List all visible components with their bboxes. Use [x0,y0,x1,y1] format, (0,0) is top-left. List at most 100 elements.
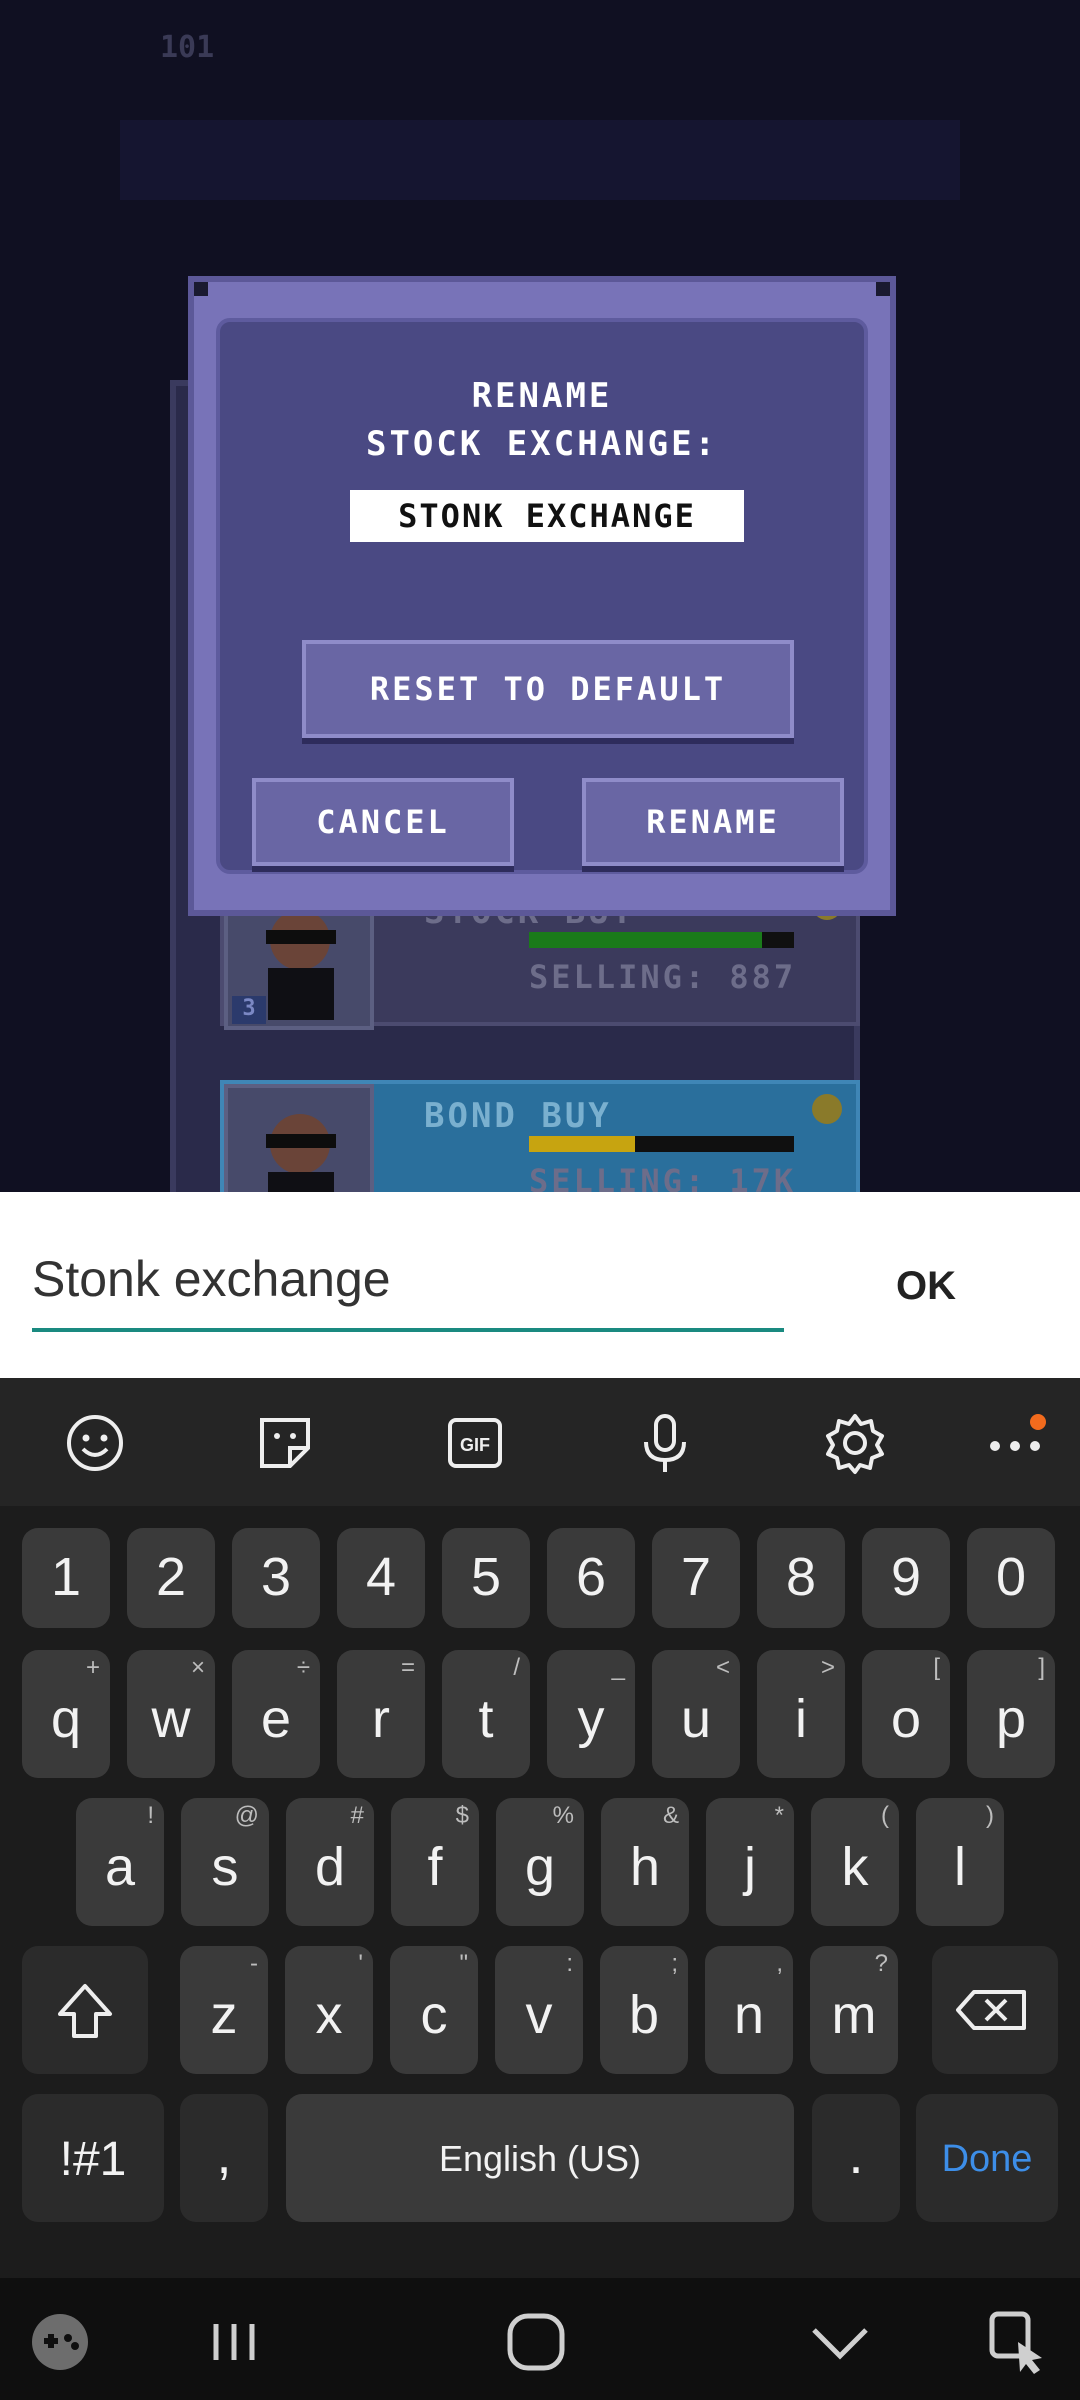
key-m[interactable]: m? [810,1946,898,2074]
key-q[interactable]: q + [22,1650,110,1778]
key-u-alt-label: < [715,1654,730,1681]
key-r[interactable]: r = [337,1650,425,1778]
key-d[interactable]: d # [286,1798,374,1926]
hud-counter: 101 [160,30,215,65]
key-0[interactable]: 0 [967,1528,1055,1628]
key-k[interactable]: k( [811,1798,899,1926]
key-p[interactable]: p] [967,1650,1055,1778]
key-z[interactable]: z- [180,1946,268,2074]
name-input[interactable]: Stonk exchange [32,1250,784,1308]
key-e-label: e [260,1689,292,1749]
key-t-alt-label: / [513,1654,520,1681]
key-e[interactable]: e ÷ [232,1650,320,1778]
comma-key[interactable]: , [180,2094,268,2222]
selling-status: SELLING: 17K [529,1162,797,1192]
key-u[interactable]: u < [652,1650,740,1778]
key-n[interactable]: n, [705,1946,793,2074]
shift-icon [58,1984,112,2038]
key-v-alt-label: : [566,1950,573,1977]
settings-icon[interactable] [820,1408,890,1478]
key-n-alt-label: , [776,1950,783,1977]
key-y[interactable]: y _ [547,1650,635,1778]
key-8[interactable]: 8 [757,1528,845,1628]
key-5-label: 5 [470,1547,502,1607]
key-9[interactable]: 9 [862,1528,950,1628]
key-f-alt-label: $ [455,1802,469,1829]
key-3[interactable]: 3 [232,1528,320,1628]
emoji-icon[interactable] [60,1408,130,1478]
key-o[interactable]: o[ [862,1650,950,1778]
svg-text:GIF: GIF [460,1435,490,1455]
sticker-icon[interactable] [250,1408,320,1478]
key-v-label: v [525,1985,553,2045]
hide-keyboard-icon[interactable] [800,2302,880,2382]
home-icon[interactable] [496,2302,576,2382]
key-5[interactable]: 5 [442,1528,530,1628]
key-p-alt-label: ] [1038,1654,1045,1681]
keyboard-switch-icon[interactable] [976,2302,1056,2382]
top-hud [120,120,960,200]
manager-avatar [224,1084,374,1192]
key-c[interactable]: c " [390,1946,478,2074]
key-7-label: 7 [680,1547,712,1607]
key-i[interactable]: i > [757,1650,845,1778]
key-1[interactable]: 1 [22,1528,110,1628]
key-k-alt-label: ( [881,1802,889,1829]
game-controller-icon[interactable] [20,2302,100,2382]
key-y-alt-label: _ [611,1654,625,1681]
selling-status: SELLING: 887 [529,958,797,996]
dialog-title: RENAME STOCK EXCHANGE: [220,372,864,468]
done-key[interactable]: Done [916,2094,1058,2222]
key-f-label: f [427,1837,443,1897]
key-n-label: n [733,1985,765,2045]
period-key-label: . [848,2125,864,2185]
key-w[interactable]: w × [127,1650,215,1778]
cancel-button[interactable]: CANCEL [252,778,514,866]
key-t-label: t [478,1689,494,1749]
key-q-label: q [50,1689,82,1749]
gif-icon[interactable]: GIF [440,1408,510,1478]
key-x[interactable]: x ' [285,1946,373,2074]
rename-button[interactable]: RENAME [582,778,844,866]
shift-key[interactable] [22,1946,148,2074]
key-m-alt-label: ? [874,1950,888,1977]
key-a[interactable]: a! [76,1798,164,1926]
key-7[interactable]: 7 [652,1528,740,1628]
space-bar[interactable]: English (US) [286,2094,794,2222]
key-l[interactable]: l) [916,1798,1004,1926]
rename-dialog: RENAME STOCK EXCHANGE: STONK EXCHANGE RE… [188,276,896,916]
progress-bar [529,932,794,948]
key-0-label: 0 [995,1547,1027,1607]
key-b[interactable]: b; [600,1946,688,2074]
key-g-alt-label: % [552,1802,574,1829]
symbols-key[interactable]: !#1 [22,2094,164,2222]
key-v[interactable]: v: [495,1946,583,2074]
key-2-label: 2 [155,1547,187,1607]
key-j[interactable]: j * [706,1798,794,1926]
key-g[interactable]: g% [496,1798,584,1926]
key-z-alt-label: - [250,1950,258,1977]
key-s[interactable]: s @ [181,1798,269,1926]
key-c-alt-label: " [459,1950,468,1977]
key-c-label: c [420,1985,448,2045]
key-g-label: g [524,1837,556,1897]
reset-to-default-button[interactable]: RESET TO DEFAULT [302,640,794,738]
key-t[interactable]: t / [442,1650,530,1778]
recent-apps-icon[interactable] [194,2302,274,2382]
key-f[interactable]: f $ [391,1798,479,1926]
comma-key-label: , [216,2125,232,2185]
microphone-icon[interactable] [630,1408,700,1478]
key-4[interactable]: 4 [337,1528,425,1628]
key-z-label: z [210,1985,238,2045]
key-2[interactable]: 2 [127,1528,215,1628]
bond-buy-card: BOND BUY SELLING: 17K [220,1080,860,1192]
progress-bar [529,1136,794,1152]
period-key[interactable]: . [812,2094,900,2222]
key-u-label: u [680,1689,712,1749]
ok-button[interactable]: OK [866,1264,986,1309]
key-l-alt-label: ) [986,1802,994,1829]
key-6[interactable]: 6 [547,1528,635,1628]
exchange-name-field[interactable]: STONK EXCHANGE [350,490,744,542]
backspace-key[interactable] [932,1946,1058,2074]
key-h[interactable]: h & [601,1798,689,1926]
